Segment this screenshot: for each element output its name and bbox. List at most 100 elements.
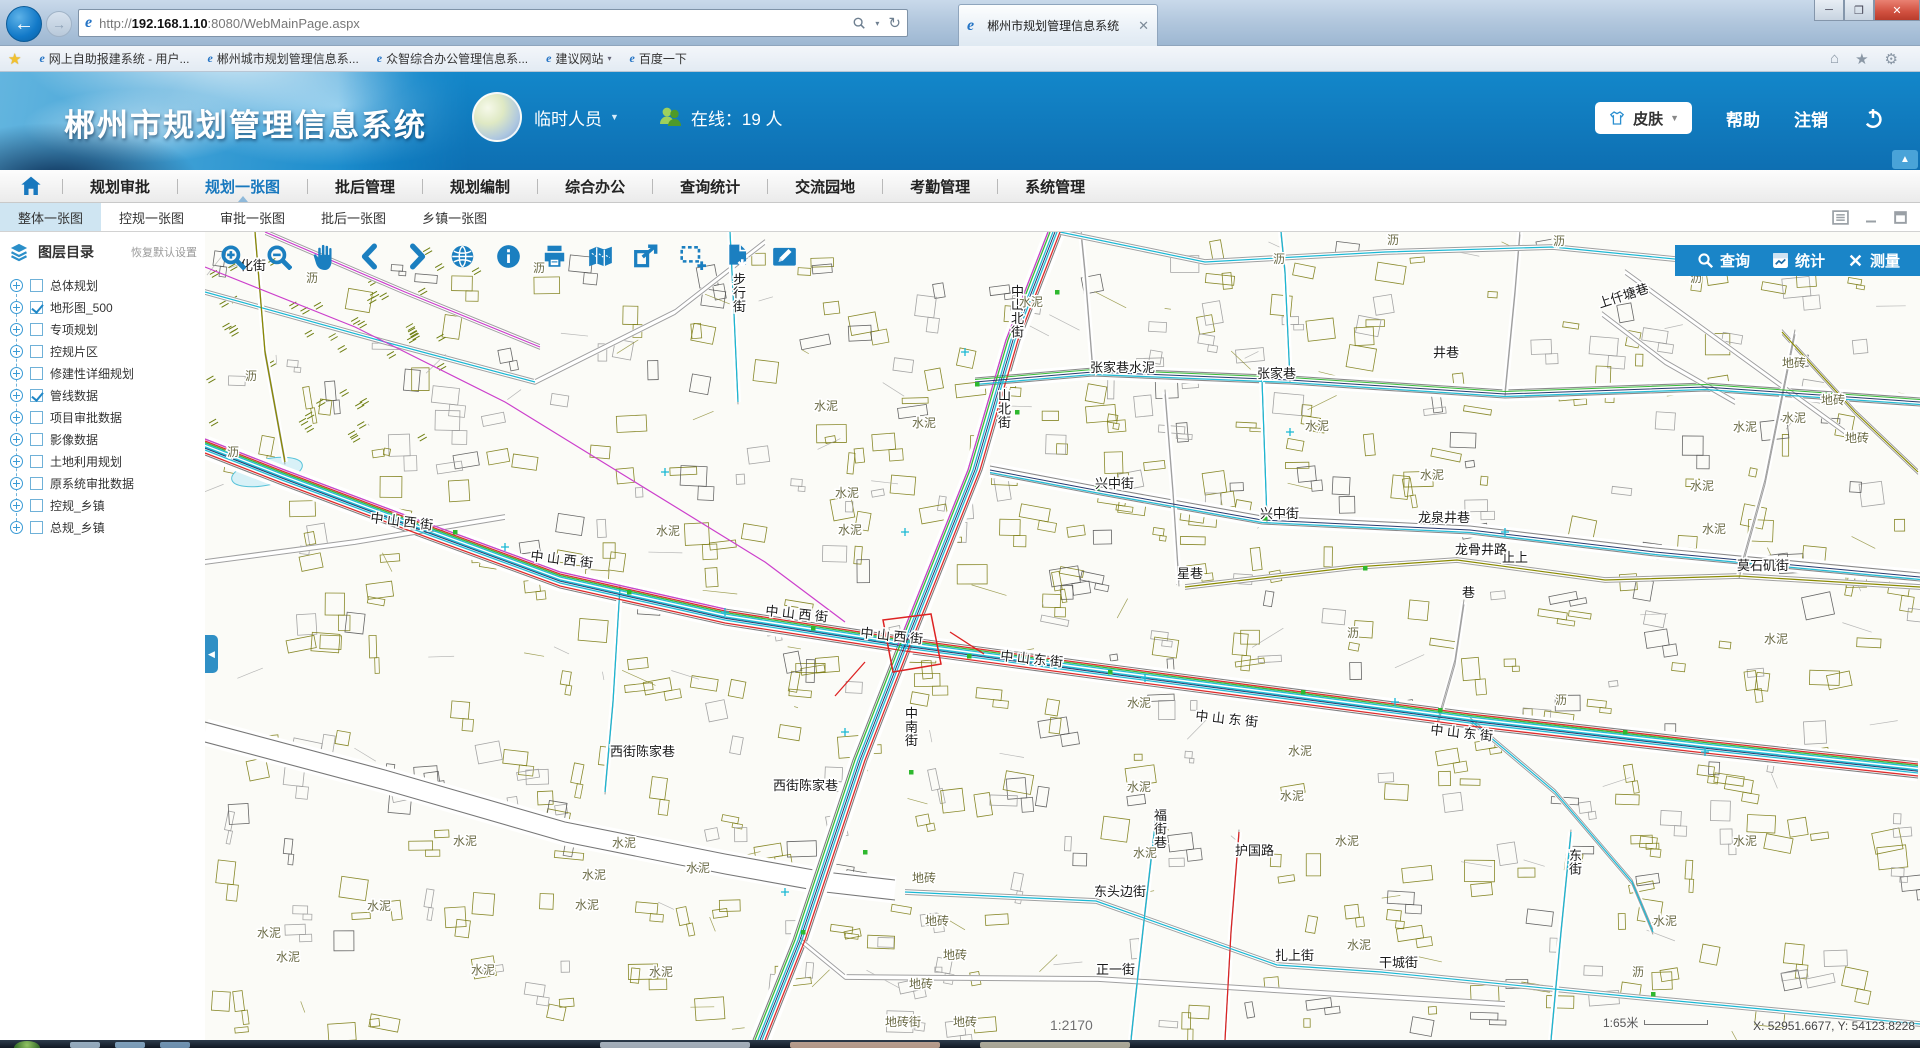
avatar[interactable] [472,92,522,142]
taskbar-window-button[interactable] [600,1042,750,1048]
nav-item-6[interactable]: 查询统计 [653,170,767,202]
layer-checkbox[interactable] [30,301,43,314]
layer-checkbox[interactable] [30,477,43,490]
query-button[interactable]: 查询 [1691,250,1756,271]
nav-item-2[interactable]: 规划一张图 [178,170,307,202]
layer-checkbox[interactable] [30,411,43,424]
pan-tool[interactable] [311,243,338,270]
edit-tool[interactable] [771,243,798,270]
refresh-icon[interactable]: ↻ [888,14,901,32]
nav-home-button[interactable] [0,170,62,202]
layer-row[interactable]: 专项规划 [10,318,205,340]
taskbar-window-button[interactable] [790,1042,940,1048]
skin-button[interactable]: 皮肤▼ [1595,102,1692,134]
browser-forward-button[interactable]: → [46,11,72,37]
browser-back-button[interactable]: ← [6,6,42,42]
layer-checkbox[interactable] [30,279,43,292]
nav-item-3[interactable]: 批后管理 [308,170,422,202]
favorites-item[interactable]: e建议网站▾ [538,48,619,69]
map-area[interactable]: 中 山 西 街中 山 西 街中 山 西 街中 山 西 街中 山 东 街中 山 东… [205,232,1920,1040]
zoom-in-tool[interactable] [219,243,246,270]
favorites-item[interactable]: e百度一下 [622,48,695,69]
layer-row[interactable]: 控规片区 [10,340,205,362]
subtab-3[interactable]: 审批一张图 [202,203,303,231]
layer-checkbox[interactable] [30,455,43,468]
favorites-item[interactable]: e众智综合办公管理信息系... [369,48,536,69]
layer-row[interactable]: 总体规划 [10,274,205,296]
minimize-icon[interactable] [1864,210,1878,225]
expand-icon[interactable] [10,345,23,358]
next-view-tool[interactable] [403,243,430,270]
layer-checkbox[interactable] [30,389,43,402]
layer-row[interactable]: 项目审批数据 [10,406,205,428]
taskbar[interactable] [0,1040,1920,1048]
taskbar-window-button[interactable] [980,1042,1130,1048]
expand-icon[interactable] [10,433,23,446]
expand-icon[interactable] [10,499,23,512]
prev-view-tool[interactable] [357,243,384,270]
panel-collapse-handle[interactable]: ◀ [205,635,218,673]
nav-item-5[interactable]: 综合办公 [538,170,652,202]
print-tool[interactable] [541,243,568,270]
reset-defaults-link[interactable]: 恢复默认设置 [131,244,197,260]
favorites-star-icon[interactable]: ★ [8,50,21,68]
zoom-out-tool[interactable] [265,243,292,270]
nav-item-4[interactable]: 规划编制 [423,170,537,202]
layer-checkbox[interactable] [30,521,43,534]
gear-icon[interactable]: ⚙ [1885,50,1898,68]
subtab-5[interactable]: 乡镇一张图 [404,203,505,231]
expand-icon[interactable] [10,301,23,314]
layer-row[interactable]: 修建性详细规划 [10,362,205,384]
logout-link[interactable]: 注销 [1794,106,1828,131]
window-minimize-button[interactable]: ─ [1814,0,1844,21]
layer-row[interactable]: 管线数据 [10,384,205,406]
taskbar-icon[interactable] [70,1042,100,1048]
layer-row[interactable]: 土地利用规划 [10,450,205,472]
window-restore-button[interactable]: ❐ [1844,0,1874,21]
expand-icon[interactable] [10,323,23,336]
layer-row[interactable]: 影像数据 [10,428,205,450]
start-orb[interactable] [14,1041,40,1048]
expand-icon[interactable] [10,367,23,380]
subtab-4[interactable]: 批后一张图 [303,203,404,231]
measure-button[interactable]: 测量 [1841,250,1906,271]
select-area-tool[interactable] [679,243,706,270]
expand-icon[interactable] [10,521,23,534]
layer-row[interactable]: 总规_乡镇 [10,516,205,538]
nav-item-7[interactable]: 交流园地 [768,170,882,202]
nav-item-9[interactable]: 系统管理 [998,170,1112,202]
full-extent-tool[interactable] [449,243,476,270]
expand-icon[interactable] [10,389,23,402]
layer-row[interactable]: 地形图_500 [10,296,205,318]
list-view-icon[interactable] [1832,210,1849,225]
expand-icon[interactable] [10,455,23,468]
layer-checkbox[interactable] [30,367,43,380]
subtab-1[interactable]: 整体一张图 [0,203,101,231]
expand-icon[interactable] [10,411,23,424]
expand-icon[interactable] [10,477,23,490]
star-icon[interactable]: ★ [1855,50,1868,68]
header-collapse-button[interactable]: ▲ [1892,150,1918,169]
layer-row[interactable]: 控规_乡镇 [10,494,205,516]
browser-tab[interactable]: e 郴州市规划管理信息系统 ✕ [958,4,1158,46]
taskbar-icon[interactable] [115,1042,145,1048]
tab-close-icon[interactable]: ✕ [1138,18,1149,34]
layer-checkbox[interactable] [30,499,43,512]
search-icon[interactable] [852,16,866,30]
url-bar[interactable]: e http://192.168.1.10:8080/WebMainPage.a… [78,9,908,37]
export-tool[interactable] [633,243,660,270]
nav-item-8[interactable]: 考勤管理 [883,170,997,202]
layer-checkbox[interactable] [30,345,43,358]
favorites-item[interactable]: e郴州城市规划管理信息系... [199,48,366,69]
favorites-item[interactable]: e网上自助报建系统 - 用户... [31,48,197,69]
map-canvas[interactable]: 中 山 西 街中 山 西 街中 山 西 街中 山 西 街中 山 东 街中 山 东… [205,232,1920,1040]
stats-button[interactable]: 统计 [1766,250,1831,271]
power-icon[interactable] [1862,107,1884,129]
nav-item-1[interactable]: 规划审批 [63,170,177,202]
window-close-button[interactable]: ✕ [1874,0,1920,21]
user-menu[interactable]: 临时人员▼ [534,105,619,130]
home-icon[interactable]: ⌂ [1830,50,1839,67]
help-link[interactable]: 帮助 [1726,106,1760,131]
layer-row[interactable]: 原系统审批数据 [10,472,205,494]
overview-map-tool[interactable] [587,243,614,270]
